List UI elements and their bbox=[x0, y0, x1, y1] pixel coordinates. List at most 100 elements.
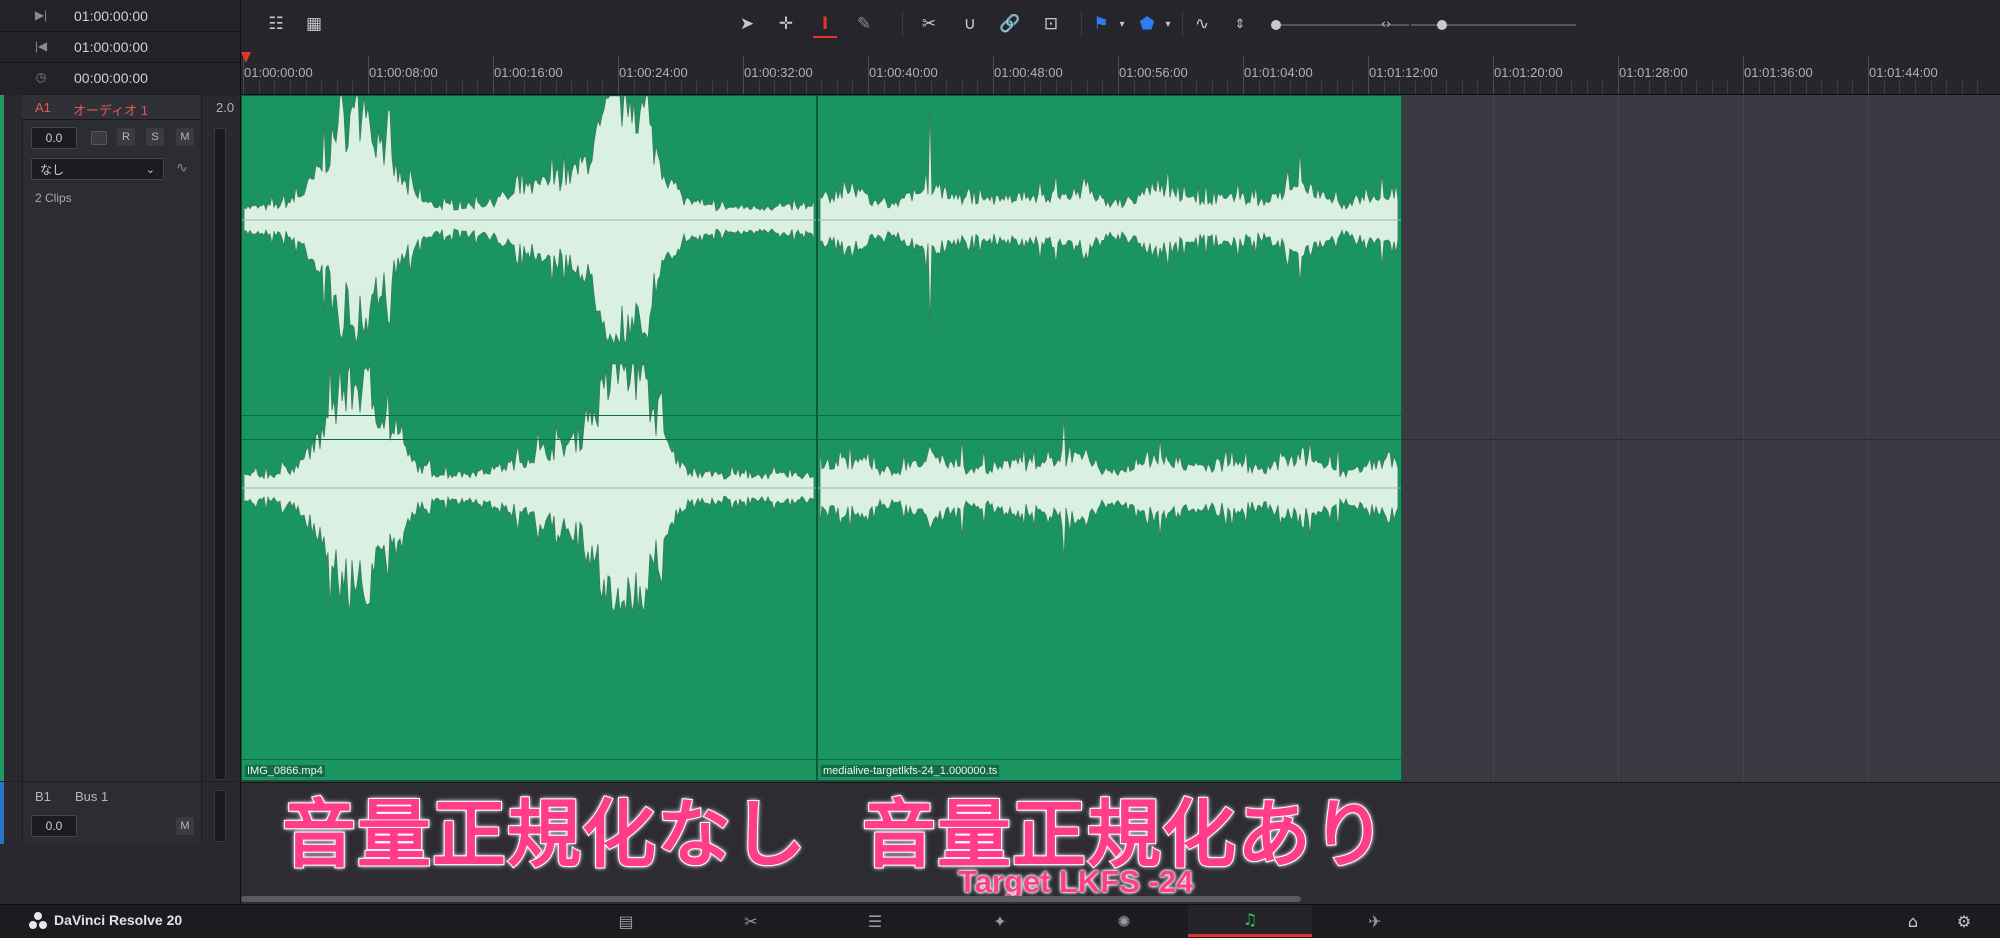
horizontal-zoom-knob[interactable] bbox=[1437, 20, 1447, 30]
ruler-minor-tick bbox=[899, 80, 901, 94]
ruler-minor-tick bbox=[1383, 80, 1385, 94]
ruler-tick-label: 01:00:16:00 bbox=[494, 65, 563, 80]
ruler-minor-tick bbox=[852, 80, 854, 94]
media-page-icon[interactable]: ▤ bbox=[564, 905, 688, 937]
trim-tool-icon[interactable]: ✛ bbox=[774, 12, 798, 36]
ruler-minor-tick bbox=[1805, 80, 1807, 94]
snapping-icon[interactable]: ∪ bbox=[958, 12, 982, 36]
ruler-minor-tick bbox=[1414, 80, 1416, 94]
ruler-minor-tick bbox=[461, 80, 463, 94]
ruler-minor-tick bbox=[1305, 80, 1307, 94]
ruler-minor-tick bbox=[1930, 80, 1932, 94]
track-id-a1: A1 bbox=[35, 100, 51, 115]
lock-icon[interactable] bbox=[91, 131, 107, 145]
davinci-logo-icon bbox=[29, 912, 47, 929]
out-timecode: 01:00:00:00 bbox=[74, 8, 148, 24]
track-name-a1[interactable]: オーディオ 1 bbox=[73, 100, 148, 119]
ruler-minor-tick bbox=[289, 80, 291, 94]
horizontal-zoom-icon[interactable]: ‹› bbox=[1374, 12, 1398, 36]
audio-clip[interactable]: medialive-targetlkfs-24_1.000000.ts bbox=[817, 95, 1402, 781]
volume-field-a1[interactable]: 0.0 bbox=[31, 127, 77, 149]
solo-button[interactable]: S bbox=[146, 128, 164, 146]
ruler-minor-tick bbox=[1071, 80, 1073, 94]
timecode-panel: ▶| 01:00:00:00 |◀ 01:00:00:00 ◷ 00:00:00… bbox=[0, 0, 241, 94]
fairlight-page-icon[interactable]: ♫ bbox=[1188, 905, 1312, 937]
mute-button-b1[interactable]: M bbox=[176, 817, 194, 835]
vertical-zoom-knob[interactable] bbox=[1271, 20, 1281, 30]
color-page-icon[interactable]: ✺ bbox=[1062, 905, 1186, 937]
ruler-minor-tick bbox=[946, 80, 948, 94]
volume-field-b1[interactable]: 0.0 bbox=[31, 815, 77, 837]
toolbar-separator bbox=[1182, 11, 1183, 37]
grid-view-icon[interactable]: ▦ bbox=[302, 12, 326, 36]
ruler-minor-tick bbox=[383, 80, 385, 94]
track-name-b1[interactable]: Bus 1 bbox=[75, 789, 108, 804]
ruler-minor-tick bbox=[930, 80, 932, 94]
home-icon[interactable]: ⌂ bbox=[1903, 911, 1923, 931]
timecode-ruler[interactable]: 01:00:00:00 01:00:08:00 01:00:16:00 01:00:2… bbox=[241, 50, 2000, 95]
ruler-minor-tick bbox=[1321, 80, 1323, 94]
ruler-minor-tick bbox=[1446, 80, 1448, 94]
vertical-zoom-icon[interactable]: ⇕ bbox=[1228, 12, 1252, 36]
razor-tool-icon[interactable]: ✂ bbox=[917, 12, 941, 36]
level-meter-a1 bbox=[214, 128, 226, 780]
clip-lane-line bbox=[242, 759, 816, 760]
ruler-minor-tick bbox=[1727, 80, 1729, 94]
ruler-minor-tick bbox=[571, 80, 573, 94]
marker-dropdown-icon[interactable]: ▾ bbox=[1156, 12, 1180, 36]
waveform-channel-1 bbox=[819, 107, 1399, 329]
app-name: DaVinci Resolve 20 bbox=[54, 912, 183, 928]
ruler-minor-tick bbox=[664, 80, 666, 94]
horizontal-zoom-slider[interactable] bbox=[1411, 24, 1576, 26]
audio-clip[interactable]: IMG_0866.mp4 bbox=[241, 95, 817, 781]
playhead-marker[interactable] bbox=[241, 52, 251, 63]
lane-divider bbox=[1402, 439, 2000, 440]
selection-tool-icon[interactable]: ➤ bbox=[735, 12, 759, 36]
ruler-minor-tick bbox=[1946, 80, 1948, 94]
ruler-minor-tick bbox=[1289, 80, 1291, 94]
eq-preset-select[interactable]: なし ⌄ bbox=[31, 158, 164, 180]
mute-button[interactable]: M bbox=[176, 128, 194, 146]
ruler-minor-tick bbox=[1102, 80, 1104, 94]
ruler-minor-tick bbox=[1024, 80, 1026, 94]
record-arm-button[interactable]: R bbox=[117, 128, 135, 146]
ruler-minor-tick bbox=[352, 80, 354, 94]
ruler-tick-label: 01:01:20:00 bbox=[1494, 65, 1563, 80]
ruler-tick-label: 01:01:28:00 bbox=[1619, 65, 1688, 80]
ruler-minor-tick bbox=[1539, 80, 1541, 94]
ruler-minor-tick bbox=[1227, 80, 1229, 94]
settings-gear-icon[interactable]: ⚙ bbox=[1954, 911, 1974, 931]
automation-icon[interactable]: ⊡ bbox=[1039, 12, 1063, 36]
ruler-minor-tick bbox=[524, 80, 526, 94]
ruler-minor-tick bbox=[1274, 80, 1276, 94]
ruler-minor-tick bbox=[1758, 80, 1760, 94]
flag-dropdown-icon[interactable]: ▾ bbox=[1110, 12, 1134, 36]
pencil-tool-icon[interactable]: ✎ bbox=[852, 12, 876, 36]
cut-page-icon[interactable]: ✂ bbox=[689, 905, 813, 937]
deliver-page-icon[interactable]: ✈ bbox=[1313, 905, 1437, 937]
timeline-view-options-icon[interactable]: ☷ bbox=[264, 12, 288, 36]
clip-lane-line bbox=[242, 415, 816, 416]
ruler-minor-tick bbox=[1774, 80, 1776, 94]
ruler-minor-tick bbox=[914, 80, 916, 94]
out-timecode-row[interactable]: ▶| 01:00:00:00 bbox=[0, 0, 240, 32]
ruler-minor-tick bbox=[1696, 80, 1698, 94]
ruler-minor-tick bbox=[1258, 80, 1260, 94]
range-selection-tool-icon[interactable]: I bbox=[813, 12, 837, 38]
duration-timecode-row[interactable]: ◷ 00:00:00:00 bbox=[0, 62, 240, 93]
ruler-minor-tick bbox=[1399, 80, 1401, 94]
in-timecode-row[interactable]: |◀ 01:00:00:00 bbox=[0, 31, 240, 63]
fusion-page-icon[interactable]: ✦ bbox=[938, 905, 1062, 937]
automation-curve-icon[interactable]: ∿ bbox=[176, 160, 188, 176]
ruler-minor-tick bbox=[508, 80, 510, 94]
ruler-minor-tick bbox=[727, 80, 729, 94]
linked-selection-icon[interactable]: 🔗 bbox=[998, 12, 1022, 36]
ruler-minor-tick bbox=[1196, 80, 1198, 94]
track-id-b1: B1 bbox=[35, 789, 51, 804]
horizontal-scrollbar[interactable] bbox=[241, 896, 1301, 902]
waveform-zoom-icon[interactable]: ∿ bbox=[1190, 12, 1214, 36]
ruler-minor-tick bbox=[321, 80, 323, 94]
ruler-minor-tick bbox=[1883, 80, 1885, 94]
ruler-minor-tick bbox=[1164, 80, 1166, 94]
edit-page-icon[interactable]: ☰ bbox=[813, 905, 937, 937]
